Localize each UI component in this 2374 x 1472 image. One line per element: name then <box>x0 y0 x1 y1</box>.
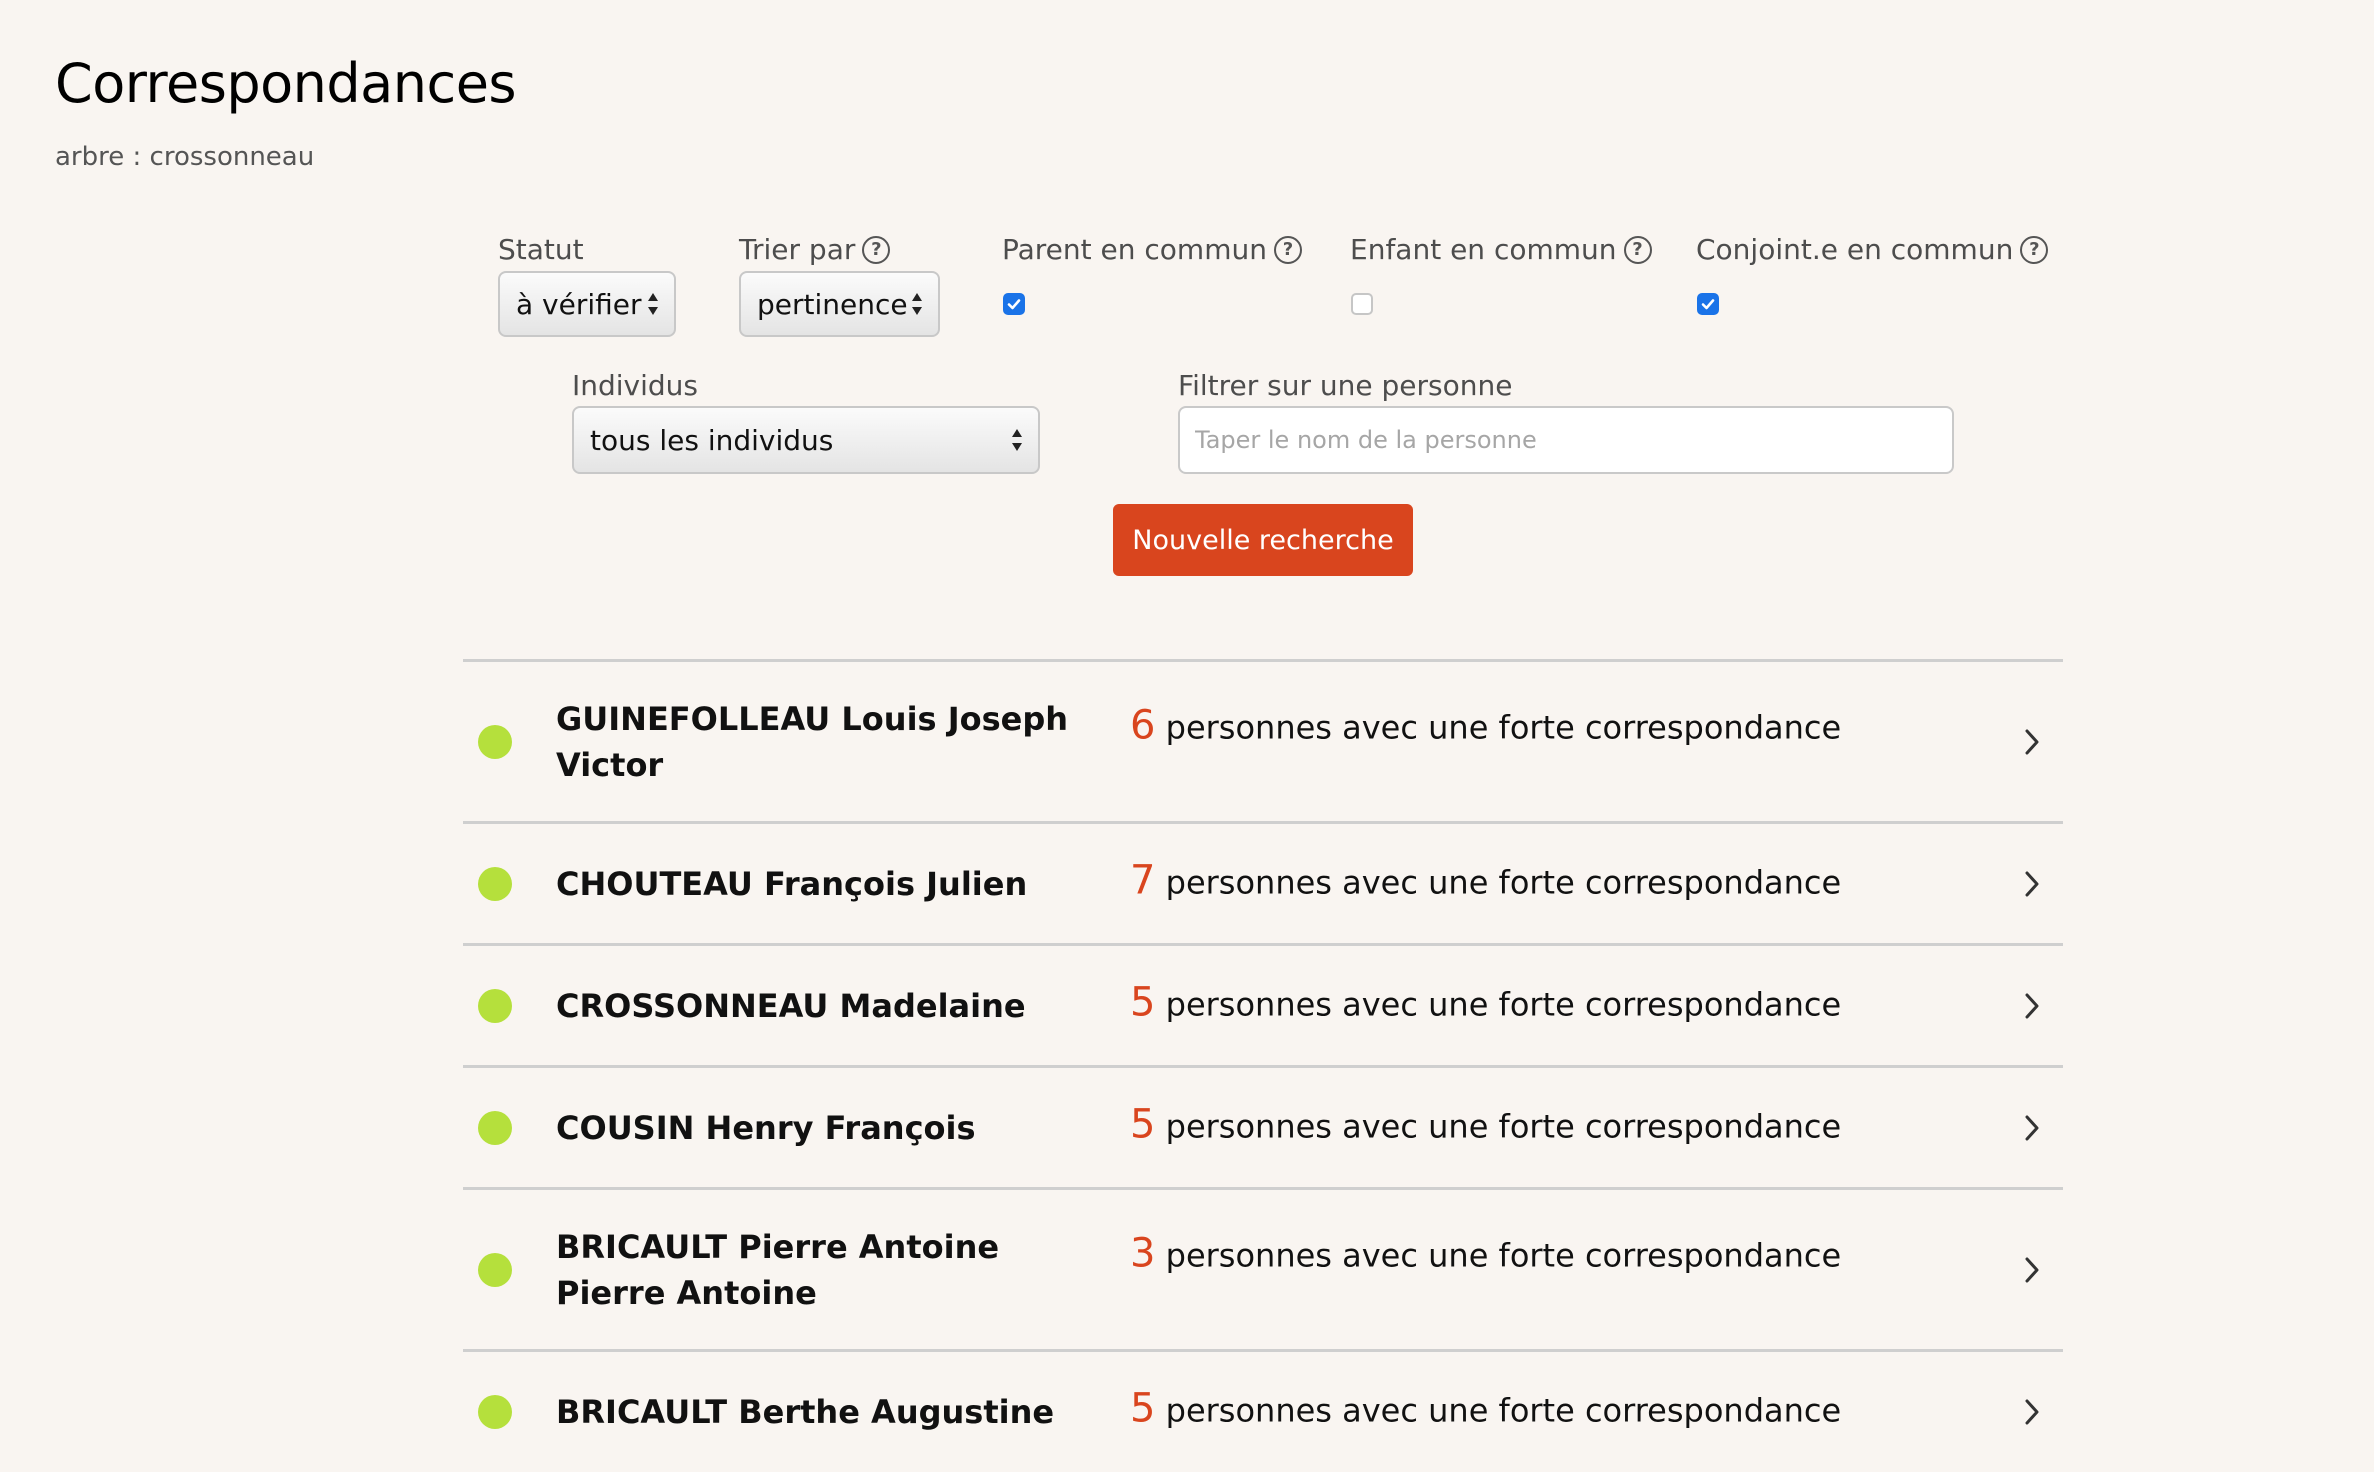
match-summary: 5 personnes avec une forte correspondanc… <box>1130 1385 1841 1431</box>
up-down-arrows-icon <box>648 293 658 315</box>
status-dot <box>478 1252 512 1287</box>
individus-label-text: Individus <box>572 369 699 402</box>
chevron-right-icon[interactable] <box>2023 727 2041 757</box>
result-row[interactable]: CHOUTEAU François Julien 7 personnes ave… <box>463 824 2063 946</box>
filtrer-personne-label-text: Filtrer sur une personne <box>1178 369 1513 402</box>
status-dot <box>478 1395 512 1429</box>
results-list: GUINEFOLLEAU Louis Joseph Victor 6 perso… <box>463 659 2063 1472</box>
match-summary: 3 personnes avec une forte correspondanc… <box>1130 1231 1841 1277</box>
parent-commun-checkbox[interactable] <box>1003 293 1025 315</box>
match-label: personnes avec une forte correspondance <box>1165 984 1842 1023</box>
match-label: personnes avec une forte correspondance <box>1165 1236 1842 1275</box>
enfant-commun-label: Enfant en commun ? <box>1350 233 1652 266</box>
chevron-right-icon[interactable] <box>2023 991 2041 1021</box>
trier-par-label-text: Trier par <box>739 233 856 266</box>
page-title: Correspondances <box>55 52 517 115</box>
match-label: personnes avec une forte correspondance <box>1165 708 1842 747</box>
chevron-right-icon[interactable] <box>2023 869 2041 899</box>
chevron-right-icon[interactable] <box>2023 1255 2041 1285</box>
match-label: personnes avec une forte correspondance <box>1165 1391 1842 1430</box>
person-name: CHOUTEAU François Julien <box>556 864 1028 903</box>
match-count: 5 <box>1130 1100 1156 1147</box>
person-name: COUSIN Henry François <box>556 1108 976 1147</box>
conjoint-commun-label-text: Conjoint.e en commun <box>1696 233 2014 266</box>
trier-par-select[interactable]: pertinence <box>739 271 940 337</box>
individus-select-value: tous les individus <box>590 423 834 457</box>
status-dot <box>478 724 512 759</box>
checkmark-icon <box>1007 299 1021 310</box>
match-summary: 5 personnes avec une forte correspondanc… <box>1130 979 1841 1025</box>
person-search-input[interactable] <box>1178 406 1954 474</box>
question-circle-icon[interactable]: ? <box>1623 235 1652 264</box>
question-circle-icon[interactable]: ? <box>1273 235 1302 264</box>
question-circle-icon[interactable]: ? <box>862 235 891 264</box>
match-count: 7 <box>1130 856 1156 903</box>
trier-par-label: Trier par ? <box>739 233 891 266</box>
match-count: 3 <box>1130 1230 1156 1277</box>
match-summary: 5 personnes avec une forte correspondanc… <box>1130 1101 1841 1147</box>
question-circle-icon[interactable]: ? <box>2020 235 2049 264</box>
person-name: BRICAULT Pierre Antoine Pierre Antoine <box>556 1227 1000 1312</box>
trier-par-select-value: pertinence <box>757 287 908 321</box>
person-name: BRICAULT Berthe Augustine <box>556 1393 1055 1431</box>
up-down-arrows-icon <box>912 293 922 315</box>
match-count: 5 <box>1130 1385 1156 1432</box>
statut-label: Statut <box>498 233 584 266</box>
up-down-arrows-icon <box>1012 429 1022 451</box>
person-name: CROSSONNEAU Madelaine <box>556 986 1026 1025</box>
conjoint-commun-label: Conjoint.e en commun ? <box>1696 233 2049 266</box>
result-row[interactable]: BRICAULT Pierre Antoine Pierre Antoine 3… <box>463 1190 2063 1352</box>
result-row[interactable]: GUINEFOLLEAU Louis Joseph Victor 6 perso… <box>463 662 2063 824</box>
individus-label: Individus <box>572 369 698 402</box>
match-label: personnes avec une forte correspondance <box>1165 1106 1842 1145</box>
new-search-button[interactable]: Nouvelle recherche <box>1113 504 1413 576</box>
parent-commun-label: Parent en commun ? <box>1002 233 1302 266</box>
match-count: 5 <box>1130 978 1156 1025</box>
tree-label: arbre : crossonneau <box>55 142 315 172</box>
person-name: GUINEFOLLEAU Louis Joseph Victor <box>556 699 1069 784</box>
enfant-commun-checkbox[interactable] <box>1351 293 1373 315</box>
statut-label-text: Statut <box>498 233 584 266</box>
parent-commun-label-text: Parent en commun <box>1002 233 1267 266</box>
result-row[interactable]: COUSIN Henry François 5 personnes avec u… <box>463 1068 2063 1190</box>
statut-select[interactable]: à vérifier <box>498 271 676 337</box>
chevron-right-icon[interactable] <box>2023 1113 2041 1143</box>
status-dot <box>478 988 512 1023</box>
result-row[interactable]: CROSSONNEAU Madelaine 5 personnes avec u… <box>463 946 2063 1068</box>
status-dot <box>478 866 512 901</box>
chevron-right-icon[interactable] <box>2023 1397 2041 1427</box>
filtrer-personne-label: Filtrer sur une personne <box>1178 369 1512 402</box>
result-row[interactable]: BRICAULT Berthe Augustine 5 personnes av… <box>463 1352 2063 1472</box>
status-dot <box>478 1110 512 1145</box>
match-count: 6 <box>1130 702 1156 749</box>
match-label: personnes avec une forte correspondance <box>1165 862 1842 901</box>
match-summary: 6 personnes avec une forte correspondanc… <box>1130 703 1841 749</box>
enfant-commun-label-text: Enfant en commun <box>1350 233 1617 266</box>
checkmark-icon <box>1701 299 1715 310</box>
conjoint-commun-checkbox[interactable] <box>1697 293 1719 315</box>
statut-select-value: à vérifier <box>516 287 642 321</box>
match-summary: 7 personnes avec une forte correspondanc… <box>1130 857 1841 903</box>
individus-select[interactable]: tous les individus <box>572 406 1040 474</box>
